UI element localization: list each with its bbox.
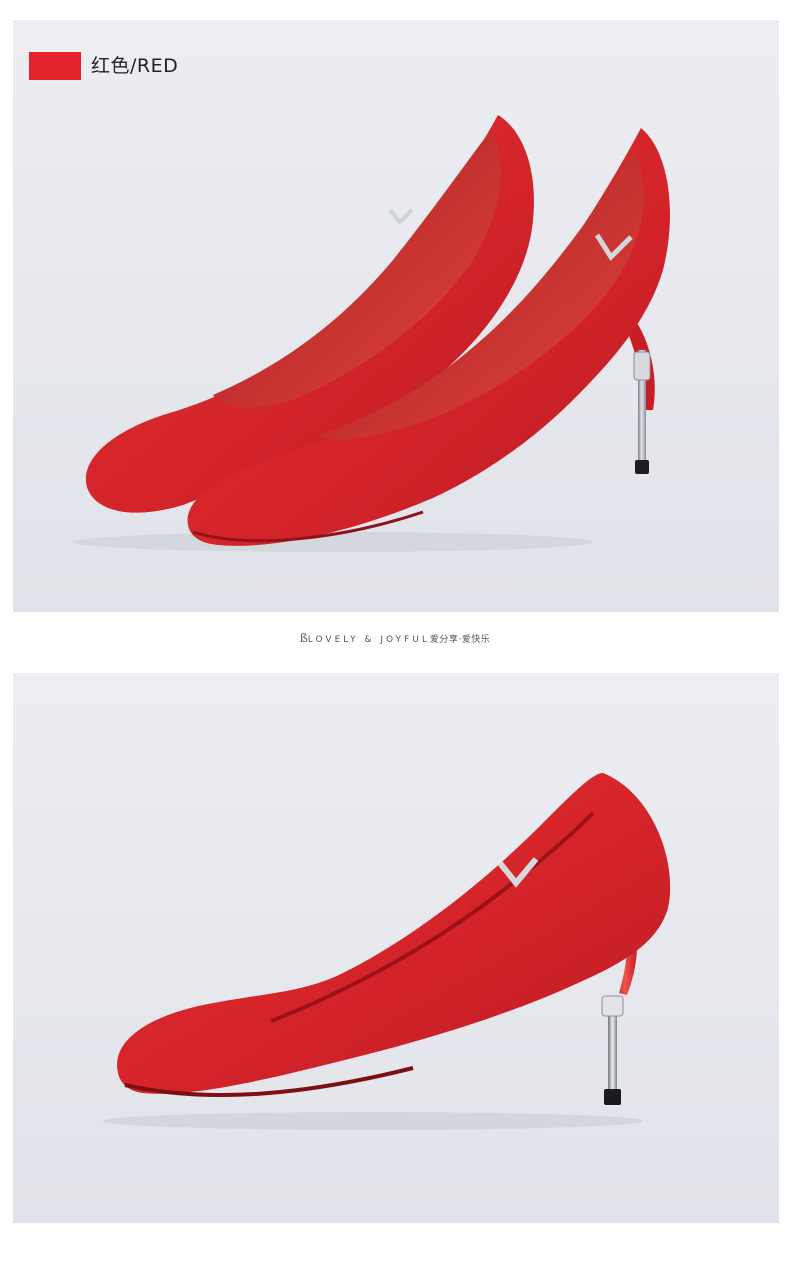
product-photo-side	[13, 673, 779, 1223]
single-shoe	[117, 773, 671, 1105]
red-pump-side-illustration	[103, 773, 671, 1130]
brand-tagline: ßLOVELY & JOYFUL爱分享·爱快乐	[0, 631, 790, 645]
v-ornament-icon	[388, 208, 414, 225]
brand-logo-icon: ß	[299, 631, 308, 645]
shoe-shadow	[103, 1112, 643, 1130]
front-shoe-heel	[623, 320, 655, 474]
product-photo-pair: 红色/RED	[13, 20, 779, 612]
red-pumps-pair-illustration	[73, 115, 670, 552]
tagline-english: LOVELY & JOYFUL	[307, 635, 430, 645]
tagline-chinese: 爱分享·爱快乐	[429, 635, 491, 645]
